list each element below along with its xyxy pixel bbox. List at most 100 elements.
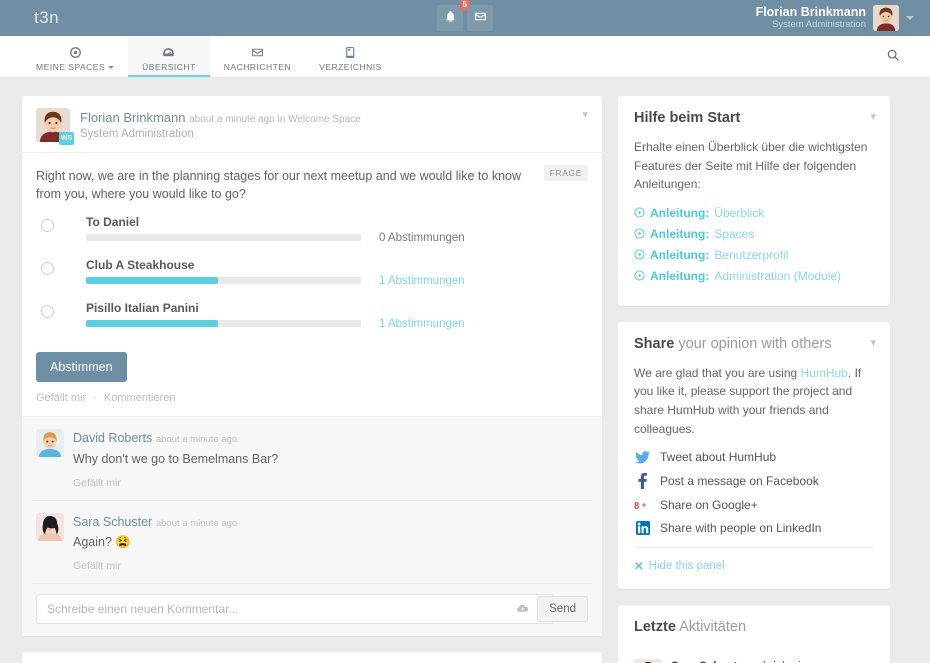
close-icon: ✕ xyxy=(634,561,644,574)
comment-author[interactable]: David Roberts xyxy=(73,431,152,445)
space-badge: WS xyxy=(59,132,74,145)
nav-item-meine-spaces[interactable]: MEINE SPACES xyxy=(22,36,128,77)
chevron-down-icon[interactable]: ▾ xyxy=(870,336,876,349)
poll: To Daniel 0 Abstimmungen Club A Steakhou… xyxy=(22,209,602,346)
help-links: Anleitung: Überblick Anleitung: Spaces A… xyxy=(634,206,874,283)
poll-radio[interactable] xyxy=(41,305,54,319)
envelope-icon xyxy=(251,46,264,59)
poll-vote-count[interactable]: 1 Abstimmungen xyxy=(361,301,465,330)
poll-vote-count: 0 Abstimmungen xyxy=(379,232,465,245)
nav-item-uebersicht[interactable]: ÜBERSICHT xyxy=(128,36,210,77)
post-text: Right now, we are in the planning stages… xyxy=(36,169,522,202)
nav-item-verzeichnis[interactable]: VERZEICHNIS xyxy=(305,36,396,77)
comment-item: Sara Schuster about a minute ago Again? … xyxy=(32,501,592,584)
activities-title-bold: Letzte xyxy=(634,619,676,636)
humhub-link[interactable]: HumHub xyxy=(801,366,848,380)
play-circle-icon xyxy=(634,270,645,281)
top-bar: t3n 5 Florian Brinkmann System Administr… xyxy=(0,0,930,36)
poll-option[interactable]: To Daniel 0 Abstimmungen xyxy=(36,215,588,244)
help-link-lead: Anleitung: xyxy=(650,268,710,283)
avatar[interactable] xyxy=(36,429,64,458)
share-googleplus[interactable]: 8 + Share on Google+ xyxy=(634,498,874,512)
share-panel-title-light: your opinion with others xyxy=(674,335,832,352)
chevron-down-icon[interactable]: ▾ xyxy=(870,110,876,123)
comment-input[interactable] xyxy=(36,593,555,624)
nav-item-label: MEINE SPACES xyxy=(36,62,115,72)
separator: · xyxy=(93,392,97,405)
activity-body: Sara Schuster schrieb einen neuen Kommen… xyxy=(671,659,874,663)
panel-title: Share your opinion with others xyxy=(634,336,874,352)
comment-timestamp: about a minute ago xyxy=(155,517,238,529)
post-author[interactable]: Florian Brinkmann xyxy=(80,110,186,125)
panel-title: Hilfe beim Start xyxy=(634,110,874,126)
poll-option[interactable]: Club A Steakhouse 1 Abstimmungen xyxy=(36,258,588,287)
nav-item-nachrichten[interactable]: NACHRICHTEN xyxy=(210,36,305,77)
help-link-benutzerprofil[interactable]: Anleitung: Benutzerprofil xyxy=(634,248,874,262)
poll-radio[interactable] xyxy=(41,262,54,276)
avatar[interactable] xyxy=(36,512,64,541)
nav-item-label: ÜBERSICHT xyxy=(142,61,196,72)
comment-link[interactable]: Kommentieren xyxy=(104,392,176,404)
hide-panel-label: Hide this panel xyxy=(648,560,725,573)
help-link-spaces[interactable]: Anleitung: Spaces xyxy=(634,227,874,241)
share-linkedin[interactable]: Share with people on LinkedIn xyxy=(634,521,874,536)
share-text-before: We are glad that you are using xyxy=(634,365,801,380)
status-badge: FRAGE xyxy=(543,165,588,182)
avatar[interactable] xyxy=(634,659,662,663)
post-body: Right now, we are in the planning stages… xyxy=(22,153,602,209)
page-content: WS Florian Brinkmann about a minute ago … xyxy=(0,78,930,663)
search-icon xyxy=(886,48,900,65)
avatar-wrapper: WS xyxy=(36,108,74,145)
poll-radio[interactable] xyxy=(41,219,54,233)
chevron-down-icon xyxy=(108,65,115,69)
panel-title: Letzte Aktivitäten xyxy=(634,619,874,635)
poll-option-label: Pisillo Italian Panini xyxy=(86,301,199,316)
vote-button[interactable]: Abstimmen xyxy=(36,352,127,383)
share-facebook[interactable]: Post a message on Facebook xyxy=(634,473,874,490)
chevron-down-icon[interactable]: ▾ xyxy=(582,108,588,121)
linkedin-icon xyxy=(634,521,651,536)
activities-title-light: Aktivitäten xyxy=(675,619,747,636)
play-circle-icon xyxy=(634,249,645,260)
help-link-label: Überblick xyxy=(714,205,765,220)
comment-list: David Roberts about a minute ago Why don… xyxy=(22,416,602,636)
comment-author[interactable]: Sara Schuster xyxy=(73,515,152,529)
poll-progress-fill xyxy=(86,320,218,328)
notifications-button[interactable]: 5 xyxy=(437,0,470,31)
cloud-upload-icon[interactable] xyxy=(516,602,529,615)
messages-button[interactable] xyxy=(467,5,493,31)
help-link-label: Spaces xyxy=(714,226,755,241)
google-plus-icon: 8 + xyxy=(634,499,651,512)
hide-panel-button[interactable]: ✕ Hide this panel xyxy=(634,547,874,573)
share-link-label: Tweet about HumHub xyxy=(660,450,777,465)
send-button[interactable]: Send xyxy=(537,595,588,622)
help-link-lead: Anleitung: xyxy=(650,247,710,262)
svg-text:8: 8 xyxy=(634,501,639,512)
share-twitter[interactable]: Tweet about HumHub xyxy=(634,450,874,464)
poll-option-label: To Daniel xyxy=(86,215,140,230)
search-button[interactable] xyxy=(886,36,930,77)
comment-text: Again? 😫 xyxy=(73,535,131,550)
post-timestamp-space: about a minute ago in Welcome Space xyxy=(189,114,361,125)
help-panel: Hilfe beim Start ▾ Erhalte einen Überbli… xyxy=(618,96,890,306)
activity-item[interactable]: WS Sara Schuster schrieb einen neuen Kom… xyxy=(634,647,874,663)
share-link-label: Share on Google+ xyxy=(660,498,758,513)
comment-like-link[interactable]: Gefällt mir xyxy=(73,476,588,491)
help-link-ueberblick[interactable]: Anleitung: Überblick xyxy=(634,206,874,220)
comment-body: David Roberts about a minute ago Why don… xyxy=(73,429,588,491)
compass-icon xyxy=(69,46,82,59)
dashboard-icon xyxy=(162,46,175,59)
comment-like-link[interactable]: Gefällt mir xyxy=(73,559,588,574)
comment-form: Send xyxy=(32,584,592,626)
top-bar-center-actions: 5 xyxy=(0,0,930,36)
poll-option-content: Pisillo Italian Panini xyxy=(86,301,361,328)
help-link-label: Benutzerprofil xyxy=(714,247,789,262)
help-panel-title: Hilfe beim Start xyxy=(634,110,741,126)
poll-option[interactable]: Pisillo Italian Panini 1 Abstimmungen xyxy=(36,301,588,330)
help-link-lead: Anleitung: xyxy=(650,226,710,241)
like-link[interactable]: Gefällt mir xyxy=(36,392,86,404)
twitter-icon xyxy=(634,450,651,464)
help-link-administration[interactable]: Anleitung: Administration (Module) xyxy=(634,269,874,283)
share-panel: Share your opinion with others ▾ We are … xyxy=(618,321,890,590)
poll-vote-count[interactable]: 1 Abstimmungen xyxy=(361,258,465,287)
